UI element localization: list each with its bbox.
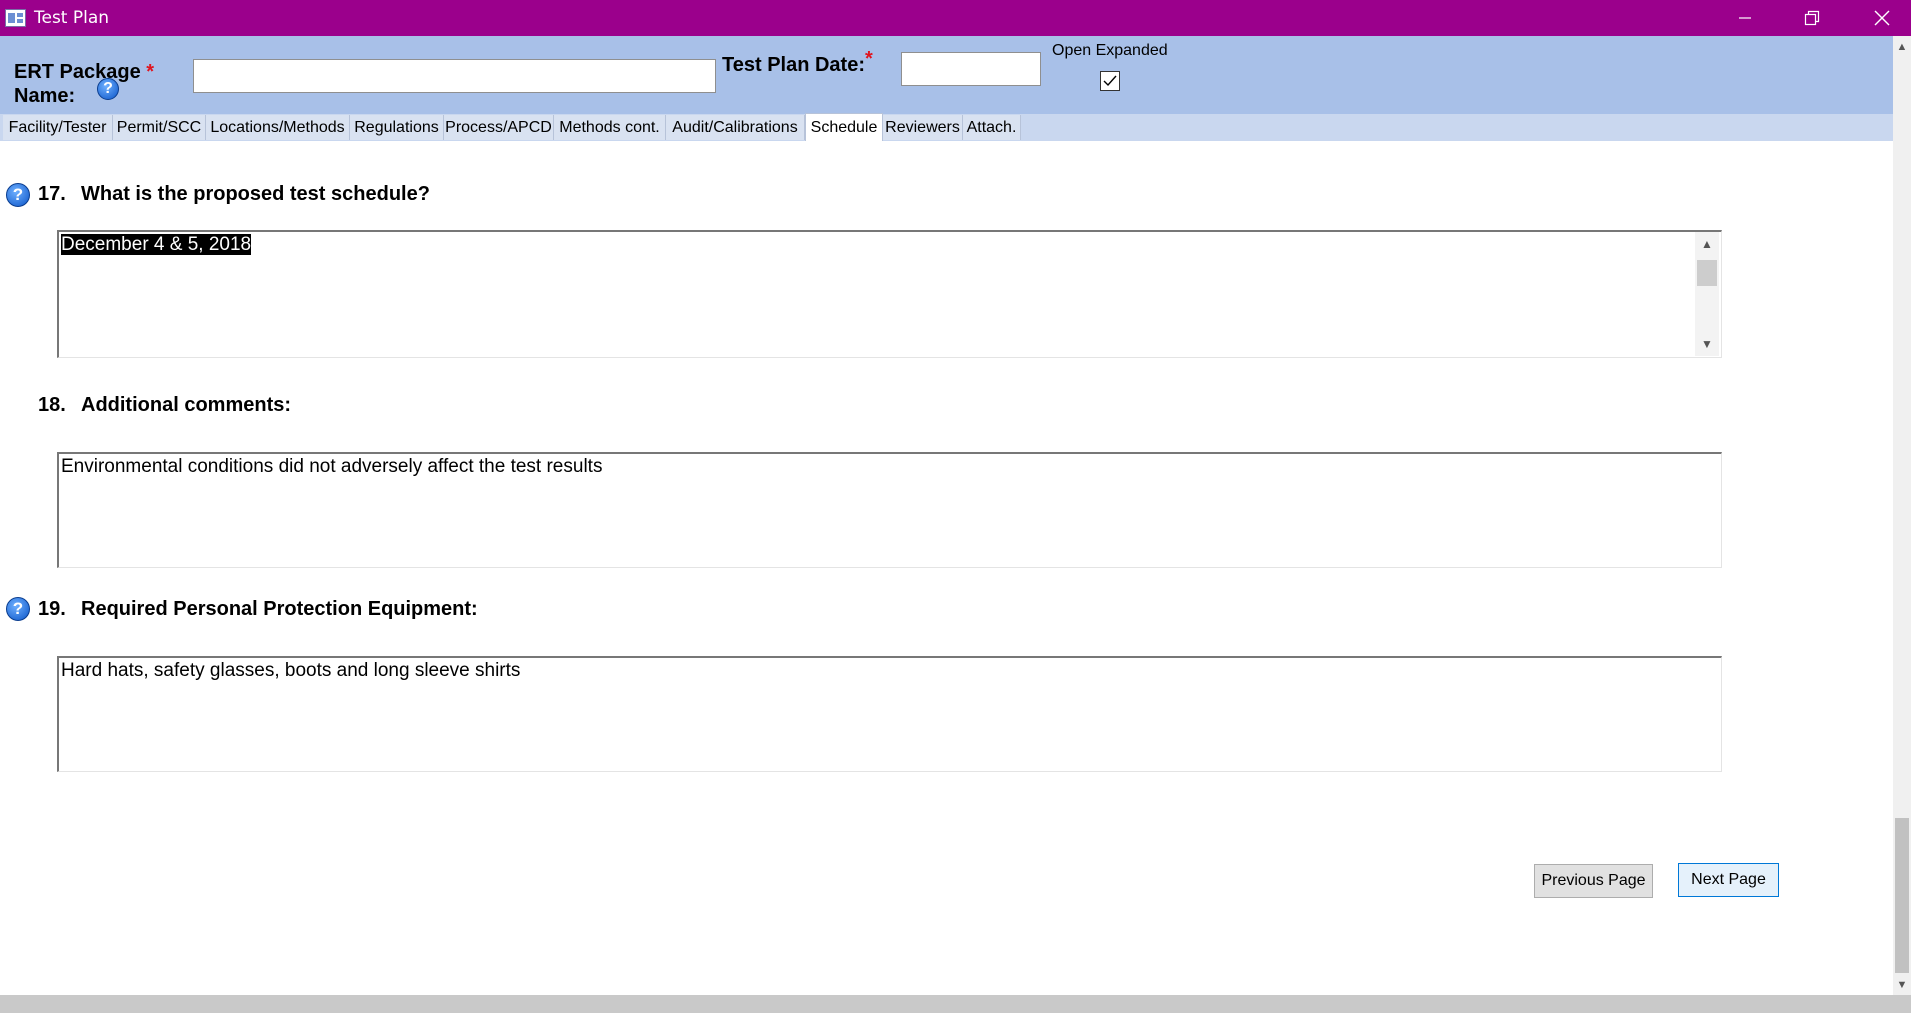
question-17-label: 17. What is the proposed test schedule? xyxy=(38,183,430,206)
restore-icon xyxy=(1804,10,1820,26)
scroll-down-icon[interactable]: ▼ xyxy=(1893,976,1911,994)
tab-audit-calibrations[interactable]: Audit/Calibrations xyxy=(666,115,805,140)
previous-page-button[interactable]: Previous Page xyxy=(1534,864,1653,898)
scroll-up-icon[interactable]: ▲ xyxy=(1695,234,1719,254)
form-scrollbar[interactable]: ▲ ▼ xyxy=(1893,36,1911,995)
scroll-thumb[interactable] xyxy=(1697,260,1717,286)
schedule-answer-textarea[interactable]: December 4 & 5, 2018 xyxy=(57,230,1722,358)
scroll-down-icon[interactable]: ▼ xyxy=(1695,334,1719,354)
question-text: Additional comments: xyxy=(81,394,292,416)
question-number: 18. xyxy=(38,394,66,416)
tab-methods-cont[interactable]: Methods cont. xyxy=(554,115,666,140)
bottom-status-bar xyxy=(0,995,1911,1013)
question-number: 17. xyxy=(38,183,66,205)
tab-attach[interactable]: Attach. xyxy=(963,115,1021,140)
open-expanded-checkbox[interactable] xyxy=(1100,71,1120,91)
tab-locations-methods[interactable]: Locations/Methods xyxy=(206,115,350,140)
tab-facility-tester[interactable]: Facility/Tester xyxy=(3,115,113,140)
package-name-label: ERT Package * Name: xyxy=(14,60,154,108)
restore-button[interactable] xyxy=(1783,0,1841,36)
tab-process-apcd[interactable]: Process/APCD xyxy=(444,115,554,140)
open-expanded-label: Open Expanded xyxy=(1052,42,1168,59)
package-label-text: ERT Package xyxy=(14,61,141,83)
ppe-answer-textarea[interactable]: Hard hats, safety glasses, boots and lon… xyxy=(57,656,1722,772)
window-title: Test Plan xyxy=(34,8,110,28)
help-icon[interactable]: ? xyxy=(97,78,119,100)
app-form-icon xyxy=(5,9,26,27)
help-icon[interactable]: ? xyxy=(6,183,30,207)
close-button[interactable] xyxy=(1853,0,1911,36)
package-name-input[interactable] xyxy=(193,59,716,93)
required-marker: * xyxy=(865,48,873,70)
question-text: Required Personal Protection Equipment: xyxy=(81,598,478,620)
tab-schedule[interactable]: Schedule xyxy=(805,113,883,141)
test-plan-date-label: Test Plan Date:* xyxy=(722,48,873,77)
tab-permit-scc[interactable]: Permit/SCC xyxy=(113,115,206,140)
minimize-icon xyxy=(1739,17,1751,19)
help-icon[interactable]: ? xyxy=(6,597,30,621)
test-plan-date-input[interactable] xyxy=(901,52,1041,86)
question-19-label: 19. Required Personal Protection Equipmen… xyxy=(38,598,478,621)
date-label-text: Test Plan Date: xyxy=(722,54,865,76)
required-marker: * xyxy=(146,61,155,83)
package-label-text-line2: Name: xyxy=(14,85,76,107)
next-page-button[interactable]: Next Page xyxy=(1678,863,1779,897)
selected-text: December 4 & 5, 2018 xyxy=(61,234,252,255)
question-text: What is the proposed test schedule? xyxy=(81,183,430,205)
title-bar xyxy=(0,0,1911,36)
tab-reviewers[interactable]: Reviewers xyxy=(883,115,963,140)
question-number: 19. xyxy=(38,598,66,620)
question-18-label: 18. Additional comments: xyxy=(38,394,291,417)
scroll-up-icon[interactable]: ▲ xyxy=(1893,38,1911,56)
minimize-button[interactable] xyxy=(1716,0,1774,36)
checkmark-icon xyxy=(1103,75,1117,87)
scroll-thumb[interactable] xyxy=(1895,818,1909,973)
close-icon xyxy=(1874,10,1890,26)
textarea-scrollbar[interactable]: ▲ ▼ xyxy=(1695,232,1719,356)
additional-comments-textarea[interactable]: Environmental conditions did not adverse… xyxy=(57,452,1722,568)
tab-regulations[interactable]: Regulations xyxy=(350,115,444,140)
